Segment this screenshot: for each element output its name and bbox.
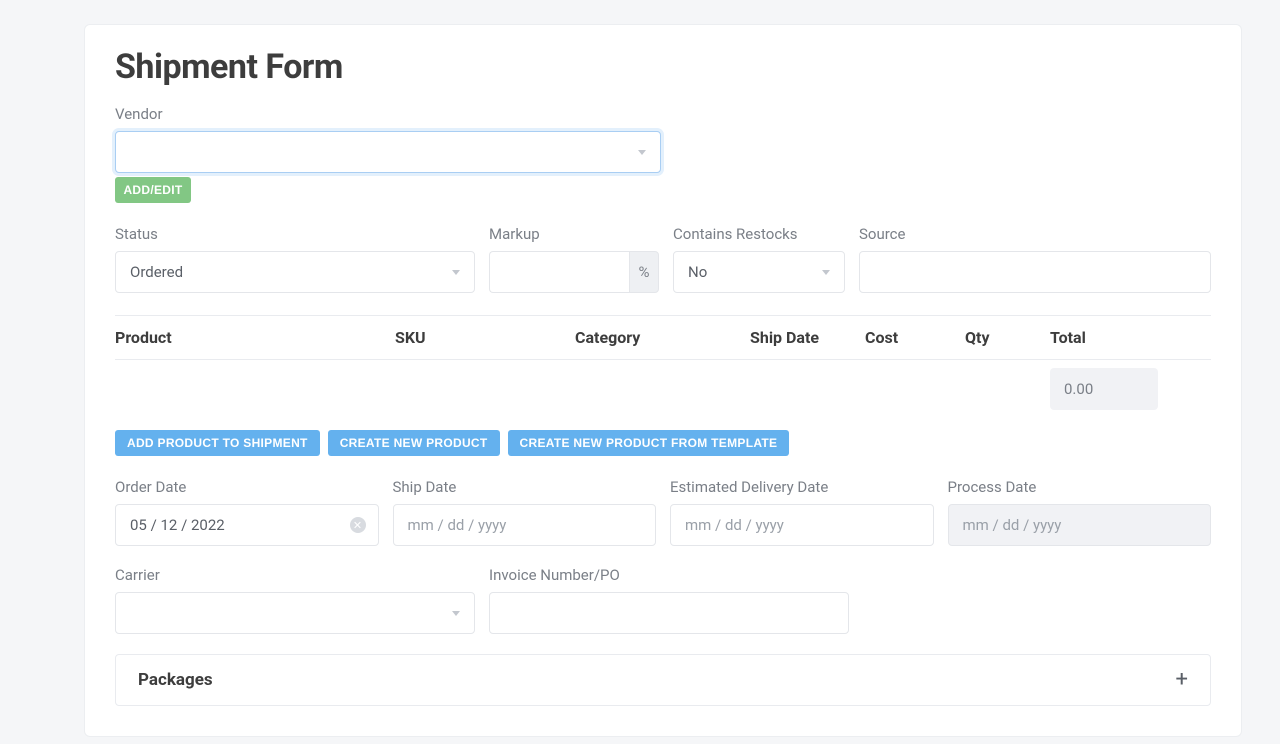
- percent-suffix: %: [629, 251, 659, 293]
- col-cost: Cost: [865, 328, 965, 347]
- ship-date-input[interactable]: mm / dd / yyyy: [393, 504, 657, 546]
- source-input-field[interactable]: [874, 264, 1196, 281]
- col-qty: Qty: [965, 328, 1050, 347]
- chevron-down-icon: [452, 611, 460, 616]
- restocks-value: No: [688, 263, 707, 281]
- table-total-row: 0.00: [115, 360, 1211, 424]
- process-date-input: mm / dd / yyyy: [948, 504, 1212, 546]
- packages-title: Packages: [138, 670, 213, 690]
- col-total: Total: [1050, 328, 1211, 347]
- carrier-select[interactable]: [115, 592, 475, 634]
- delivery-date-label: Estimated Delivery Date: [670, 478, 934, 496]
- order-date-value: 05 / 12 / 2022: [130, 516, 225, 534]
- delivery-date-input[interactable]: mm / dd / yyyy: [670, 504, 934, 546]
- vendor-label: Vendor: [115, 105, 1211, 123]
- order-date-label: Order Date: [115, 478, 379, 496]
- process-date-label: Process Date: [948, 478, 1212, 496]
- product-actions: ADD PRODUCT TO SHIPMENT CREATE NEW PRODU…: [115, 430, 1211, 456]
- table-header-row: Product SKU Category Ship Date Cost Qty …: [115, 316, 1211, 360]
- create-from-template-button[interactable]: CREATE NEW PRODUCT FROM TEMPLATE: [508, 430, 790, 456]
- process-date-placeholder: mm / dd / yyyy: [963, 516, 1062, 534]
- page-title: Shipment Form: [115, 47, 1211, 87]
- dates-row: Order Date 05 / 12 / 2022 ✕ Ship Date mm…: [115, 478, 1211, 546]
- chevron-down-icon: [452, 270, 460, 275]
- invoice-label: Invoice Number/PO: [489, 566, 849, 584]
- order-date-input[interactable]: 05 / 12 / 2022 ✕: [115, 504, 379, 546]
- add-product-button[interactable]: ADD PRODUCT TO SHIPMENT: [115, 430, 320, 456]
- ship-date-placeholder: mm / dd / yyyy: [408, 516, 507, 534]
- create-product-button[interactable]: CREATE NEW PRODUCT: [328, 430, 500, 456]
- delivery-date-placeholder: mm / dd / yyyy: [685, 516, 784, 534]
- source-input[interactable]: [859, 251, 1211, 293]
- markup-input-field[interactable]: [504, 264, 615, 281]
- markup-label: Markup: [489, 225, 659, 243]
- vendor-select[interactable]: [115, 131, 661, 173]
- col-product: Product: [115, 328, 395, 347]
- chevron-down-icon: [822, 270, 830, 275]
- col-sku: SKU: [395, 328, 575, 347]
- restocks-select[interactable]: No: [673, 251, 845, 293]
- col-category: Category: [575, 328, 750, 347]
- vendor-field: Vendor ADD/EDIT: [115, 105, 1211, 203]
- restocks-label: Contains Restocks: [673, 225, 845, 243]
- status-value: Ordered: [130, 263, 183, 281]
- carrier-row: Carrier Invoice Number/PO: [115, 566, 1211, 634]
- invoice-input[interactable]: [489, 592, 849, 634]
- status-select[interactable]: Ordered: [115, 251, 475, 293]
- invoice-input-field[interactable]: [504, 605, 834, 622]
- markup-input[interactable]: [489, 251, 629, 293]
- total-value-cell: 0.00: [1050, 368, 1158, 410]
- status-row: Status Ordered Markup % Contains Restock…: [115, 225, 1211, 293]
- products-table: Product SKU Category Ship Date Cost Qty …: [115, 315, 1211, 424]
- carrier-label: Carrier: [115, 566, 475, 584]
- ship-date-label: Ship Date: [393, 478, 657, 496]
- shipment-form-card: Shipment Form Vendor ADD/EDIT Status Ord…: [84, 24, 1242, 737]
- col-shipdate: Ship Date: [750, 328, 865, 347]
- packages-panel[interactable]: Packages +: [115, 654, 1211, 706]
- source-label: Source: [859, 225, 1211, 243]
- clear-icon[interactable]: ✕: [350, 517, 366, 533]
- plus-icon[interactable]: +: [1176, 669, 1188, 691]
- add-edit-vendor-button[interactable]: ADD/EDIT: [115, 177, 191, 203]
- chevron-down-icon: [638, 150, 646, 155]
- status-label: Status: [115, 225, 475, 243]
